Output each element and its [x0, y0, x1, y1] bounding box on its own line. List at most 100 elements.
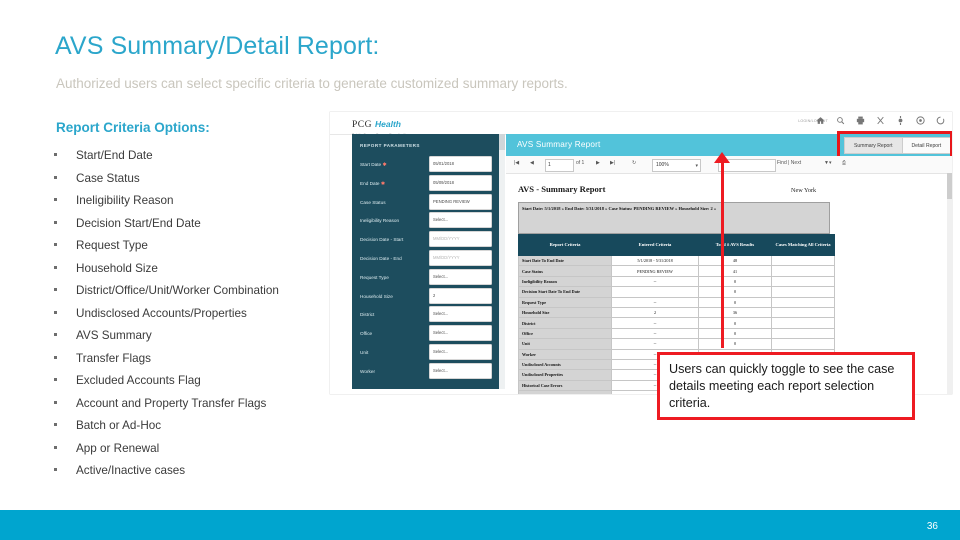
param-input[interactable]: 05/09/2018 [429, 174, 492, 191]
list-item-label: Undisclosed Accounts/Properties [76, 306, 247, 320]
settings-icon[interactable] [896, 116, 905, 125]
table-cell: 0 [698, 327, 772, 340]
print-icon[interactable] [856, 116, 865, 125]
param-input[interactable]: Select... [429, 344, 492, 360]
export-icon[interactable]: ▼▾ [824, 160, 831, 166]
param-input[interactable]: Select... [429, 268, 492, 285]
param-row: District Select... [360, 306, 492, 324]
search-icon[interactable] [836, 116, 845, 125]
param-row: Decision Date - Start MM/DD/YYYY [360, 231, 492, 249]
report-scroll-thumb[interactable] [947, 173, 952, 199]
param-input[interactable]: Select... [429, 325, 492, 342]
table-cell: Unit [518, 338, 612, 350]
table-cell: -- [611, 296, 699, 308]
table-cell: 0 [698, 296, 772, 308]
params-scroll-thumb[interactable] [499, 134, 505, 150]
table-cell: 0 [698, 286, 772, 298]
list-item-label: Household Size [76, 261, 158, 275]
print-report-icon[interactable]: ⎙ [842, 160, 846, 166]
param-input[interactable]: PENDING REVIEW [429, 193, 492, 210]
list-item: Batch or Ad-Hoc [52, 415, 352, 438]
bullet-dot [54, 400, 57, 404]
param-label: Request Type [360, 274, 389, 280]
list-item: Decision Start/End Date [52, 213, 352, 236]
list-item-label: Active/Inactive cases [76, 464, 186, 477]
next-page-icon[interactable]: ▶ [596, 160, 600, 166]
bullet-dot [54, 310, 57, 314]
list-item: Ineligibility Reason [52, 190, 352, 213]
params-scrollbar[interactable]: ^ [499, 134, 505, 389]
list-item: AVS Summary [52, 325, 352, 348]
table-cell: Ineligibility Reason [518, 275, 612, 288]
list-item: Excluded Accounts Flag [52, 370, 352, 393]
table-row: Office -- 0 [518, 327, 835, 340]
table-cell: 0 [698, 317, 772, 329]
param-input[interactable]: Select... [429, 306, 492, 323]
zoom-select[interactable]: 100% ▾ [652, 158, 701, 172]
list-item-label: Case Status [76, 171, 140, 185]
table-cell: Start Date To End Date [518, 254, 612, 267]
table-cell [771, 296, 835, 308]
table-column-header: Cases Matching All Criteria [771, 234, 835, 256]
find-next-label[interactable]: Find | Next [777, 160, 801, 166]
param-value: Select... [433, 349, 449, 354]
table-cell: -- [611, 338, 699, 350]
param-value: 05/09/2018 [433, 179, 454, 185]
bullet-dot [54, 355, 57, 359]
home-icon[interactable] [816, 116, 825, 125]
param-input[interactable]: MM/DD/YYYY [429, 250, 492, 266]
param-row: End Date ✱ 05/09/2018 [360, 174, 492, 193]
list-item-label: District/Office/Unit/Worker Combination [76, 284, 279, 297]
param-input[interactable]: MM/DD/YYYY [429, 231, 492, 248]
logo-unit: Health [374, 119, 401, 129]
list-item-label: Account and Property Transfer Flags [76, 396, 267, 410]
callout-box: Users can quickly toggle to see the case… [657, 352, 915, 420]
page-number-input[interactable]: 1 [545, 158, 574, 172]
list-item: Undisclosed Accounts/Properties [52, 303, 352, 326]
table-row: District -- 0 [518, 317, 835, 329]
param-value: MM/DD/YYYY [433, 255, 460, 260]
table-column-header: Report Criteria [518, 234, 612, 256]
table-cell [771, 317, 835, 329]
param-input[interactable]: 05/01/2018 [429, 156, 492, 172]
param-row: Ineligibility Reason Select... [360, 212, 492, 230]
table-row: Case Status PENDING REVIEW 41 [518, 265, 835, 277]
bullet-dot [54, 220, 57, 224]
list-item-label: AVS Summary [76, 329, 152, 342]
page-title: AVS Summary/Detail Report: [55, 32, 380, 60]
bullet-dot [54, 288, 57, 291]
report-filter-text: Start Date: 5/1/2018 » End Date: 5/31/20… [522, 206, 717, 211]
tools-icon[interactable] [876, 116, 885, 125]
report-pane-scrollbar[interactable] [947, 173, 952, 394]
report-title: AVS - Summary Report [518, 184, 606, 194]
param-value: PENDING REVIEW [433, 198, 470, 204]
param-input[interactable]: Select... [429, 362, 492, 379]
list-item-label: Batch or Ad-Hoc [76, 419, 162, 432]
refresh-report-icon[interactable]: ↻ [632, 160, 636, 166]
param-row: Request Type Select... [360, 268, 492, 287]
param-input[interactable]: Select... [429, 212, 492, 229]
param-label: Case Status [360, 199, 386, 205]
report-parameters-title: REPORT PARAMETERS [360, 143, 420, 148]
table-row: Unit -- 0 [518, 338, 835, 350]
slide-footer: 36 [0, 510, 960, 540]
bullet-dot [54, 265, 57, 269]
param-row: Unit Select... [360, 344, 492, 362]
app-icon-toolbar [816, 116, 945, 125]
table-cell [771, 275, 835, 288]
list-item-label: Request Type [76, 239, 148, 252]
param-input[interactable]: 2 [429, 287, 492, 304]
first-page-icon[interactable]: |◀ [514, 160, 519, 166]
param-label: Decision Date - End [360, 256, 402, 261]
prev-page-icon[interactable]: ◀ [530, 160, 534, 166]
refresh-icon[interactable] [936, 116, 945, 125]
slide-root: AVS Summary/Detail Report: Authorized us… [0, 0, 960, 540]
help-icon[interactable] [916, 116, 925, 125]
table-cell [771, 254, 835, 267]
table-cell: Undisclosed Properties [518, 369, 612, 381]
table-row: Household Size 2 36 [518, 306, 835, 319]
page-count-label: of 1 [576, 160, 585, 166]
bullet-dot [54, 175, 57, 179]
table-cell [771, 327, 835, 340]
last-page-icon[interactable]: ▶| [610, 160, 615, 166]
